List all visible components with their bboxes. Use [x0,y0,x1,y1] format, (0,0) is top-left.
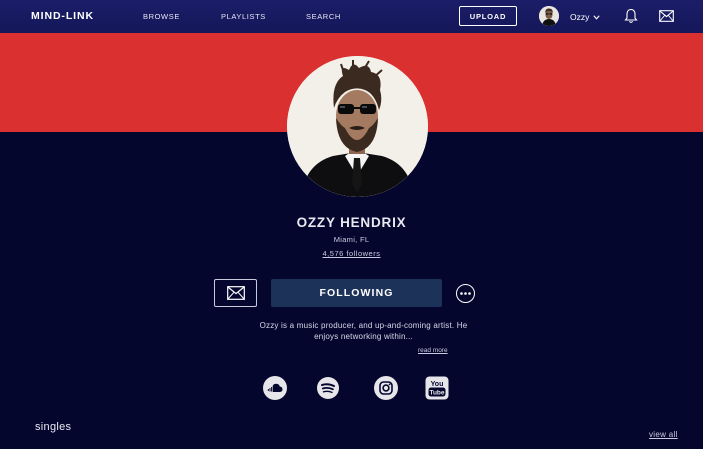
soundcloud-link[interactable] [263,376,287,400]
following-button[interactable]: FOLLOWING [271,279,442,307]
top-navigation: MIND-LINK BROWSE PLAYLISTS SEARCH UPLOAD… [0,0,703,33]
mail-icon[interactable] [659,10,674,22]
nav-browse-link[interactable]: BROWSE [143,12,180,21]
spotify-link[interactable] [316,376,340,400]
bell-icon[interactable] [624,8,638,24]
nav-search-link[interactable]: SEARCH [306,12,341,21]
followers-link[interactable]: 4,576 followers [323,249,381,258]
youtube-link[interactable]: You Tube [425,376,449,400]
instagram-link[interactable] [374,376,398,400]
user-menu[interactable]: Ozzy [570,12,600,22]
youtube-icon: You Tube [425,376,449,400]
mail-icon [226,286,245,300]
message-button[interactable] [214,279,257,307]
svg-text:Tube: Tube [429,390,444,397]
read-more-link[interactable]: read more [418,347,448,354]
singles-heading: singles [35,421,72,433]
view-all-link[interactable]: view all [649,430,678,439]
artist-profile-page: MIND-LINK BROWSE PLAYLISTS SEARCH UPLOAD… [0,0,703,449]
profile-photo [287,56,428,197]
chevron-down-icon [593,14,600,20]
ellipsis-icon [460,292,471,295]
spotify-icon [317,377,339,399]
artist-name: OZZY HENDRIX [296,215,407,230]
soundcloud-icon [263,376,287,400]
upload-button[interactable]: UPLOAD [459,6,517,26]
profile-portrait [287,56,428,197]
user-name: Ozzy [570,12,590,22]
artist-location: Miami, FL [333,235,370,244]
more-options-button[interactable] [456,284,475,303]
svg-text:You: You [431,381,444,388]
nav-playlists-link[interactable]: PLAYLISTS [221,12,266,21]
instagram-icon [374,376,398,400]
app-logo[interactable]: MIND-LINK [31,10,94,22]
followers-count: 4,576 followers [0,249,703,258]
artist-bio: Ozzy is a music producer, and up-and-com… [259,321,468,341]
avatar-photo [539,6,559,26]
user-avatar[interactable] [539,6,559,26]
